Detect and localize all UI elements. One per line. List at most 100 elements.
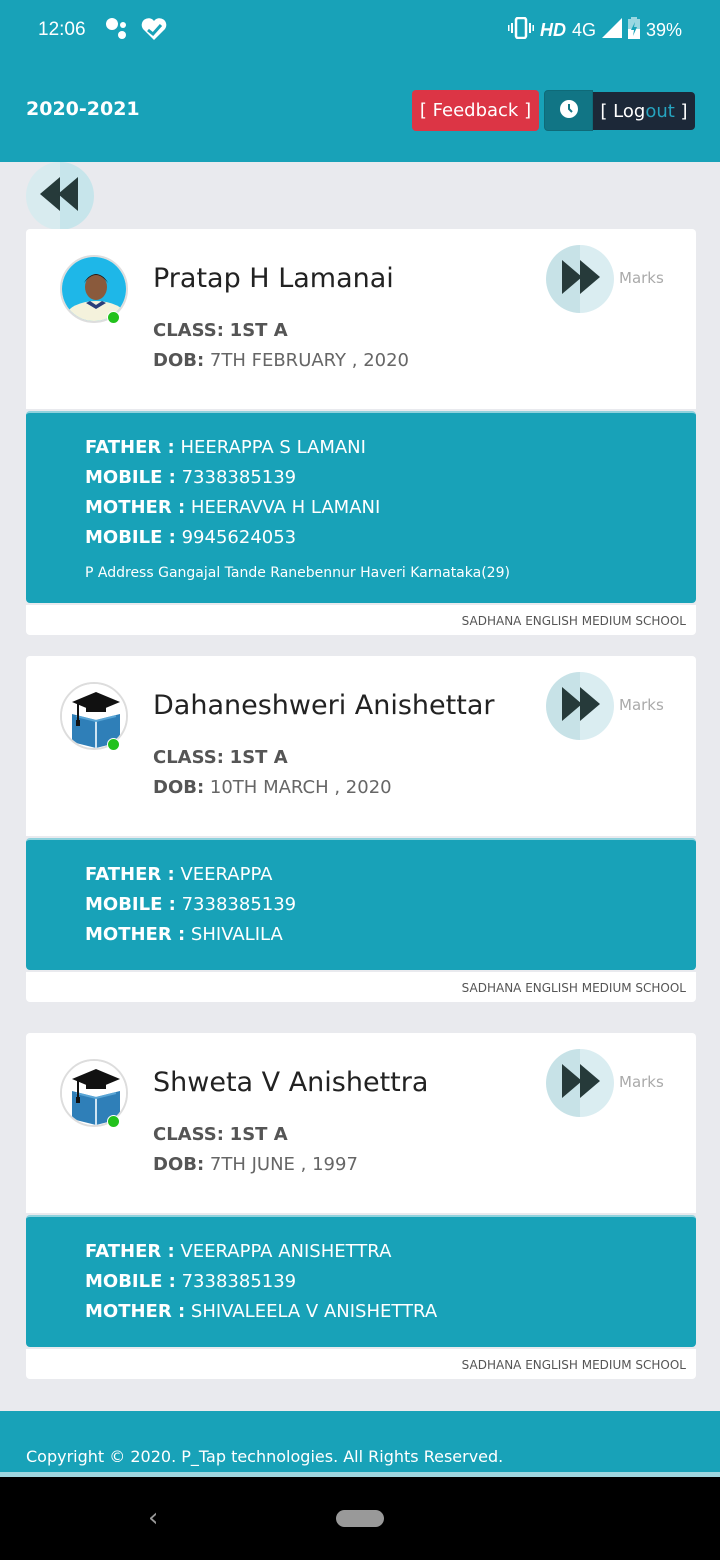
dob-line: DOB: 7TH FEBRUARY , 2020 <box>153 350 409 371</box>
marks-label[interactable]: Marks <box>619 696 664 714</box>
father-mobile[interactable]: 7338385139 <box>182 1271 297 1292</box>
class-label: CLASS: <box>153 320 224 341</box>
nav-back-button[interactable]: ‹ <box>148 1503 158 1533</box>
dob-label: DOB: <box>153 777 205 798</box>
network-type: 4G <box>571 20 596 40</box>
mother-row: MOTHER : SHIVALEELA V ANISHETTRA <box>85 1297 696 1327</box>
vibrate-icon <box>507 16 534 44</box>
student-name: Shweta V Anishettra <box>153 1067 429 1098</box>
school-name: SADHANA ENGLISH MEDIUM SCHOOL <box>26 605 696 635</box>
status-time: 12:06 <box>38 19 86 40</box>
dob-value: 10TH MARCH , 2020 <box>209 777 392 798</box>
system-nav-bar: ‹ <box>0 1477 720 1560</box>
father-name: HEERAPPA S LAMANI <box>180 437 366 458</box>
history-button[interactable] <box>544 90 593 131</box>
class-line: CLASS: 1ST A <box>153 747 288 768</box>
mother-label: MOTHER : <box>85 924 186 945</box>
father-mobile[interactable]: 7338385139 <box>182 467 297 488</box>
logout-label-prefix: [ Log <box>600 100 646 122</box>
student-summary: Dahaneshweri Anishettar CLASS: 1ST A DOB: … <box>26 656 696 836</box>
feedback-button[interactable]: [ Feedback ] <box>412 90 539 131</box>
battery-percent: 39% <box>645 20 682 40</box>
assistant-icon <box>104 16 130 46</box>
marks-label[interactable]: Marks <box>619 269 664 287</box>
mobile-label: MOBILE : <box>85 467 176 488</box>
dob-label: DOB: <box>153 350 205 371</box>
academic-year: 2020-2021 <box>26 98 140 120</box>
father-label: FATHER : <box>85 1241 175 1262</box>
mobile-label: MOBILE : <box>85 527 176 548</box>
father-mobile-row: MOBILE : 7338385139 <box>85 463 696 493</box>
parent-details: FATHER : VEERAPPA ANISHETTRA MOBILE : 733… <box>26 1215 696 1347</box>
marks-button[interactable] <box>546 245 614 313</box>
marks-button[interactable] <box>546 1049 614 1117</box>
class-value: 1ST A <box>229 747 288 768</box>
class-label: CLASS: <box>153 747 224 768</box>
father-name: VEERAPPA <box>180 864 273 885</box>
logout-label-suffix: out <box>645 100 675 122</box>
app-header: 2020-2021 [ Feedback ] [ Log out ] <box>0 62 720 162</box>
father-mobile[interactable]: 7338385139 <box>182 894 297 915</box>
parent-details: FATHER : VEERAPPA MOBILE : 7338385139 MOTH… <box>26 838 696 970</box>
fast-forward-icon <box>560 687 600 725</box>
mother-label: MOTHER : <box>85 497 186 518</box>
logout-label-end: ] <box>674 100 688 122</box>
father-mobile-row: MOBILE : 7338385139 <box>85 1267 696 1297</box>
mother-row: MOTHER : HEERAVVA H LAMANI <box>85 493 696 523</box>
student-name: Dahaneshweri Anishettar <box>153 690 495 721</box>
marks-button[interactable] <box>546 672 614 740</box>
father-label: FATHER : <box>85 437 175 458</box>
mobile-label: MOBILE : <box>85 1271 176 1292</box>
fast-forward-icon <box>560 260 600 298</box>
marks-label[interactable]: Marks <box>619 1073 664 1091</box>
father-name: VEERAPPA ANISHETTRA <box>180 1241 392 1262</box>
hd-indicator: HD <box>539 20 566 40</box>
father-label: FATHER : <box>85 864 175 885</box>
mother-name: HEERAVVA H LAMANI <box>190 497 381 518</box>
dob-line: DOB: 10TH MARCH , 2020 <box>153 777 392 798</box>
health-heart-icon <box>140 16 168 46</box>
mother-mobile[interactable]: 9945624053 <box>182 527 297 548</box>
online-status-dot <box>107 1115 120 1128</box>
student-summary: Pratap H Lamanai CLASS: 1ST A DOB: 7TH FEB… <box>26 229 696 409</box>
signal-icon <box>601 18 622 43</box>
online-status-dot <box>107 311 120 324</box>
logout-button[interactable]: [ Log out ] <box>593 92 695 130</box>
student-name: Pratap H Lamanai <box>153 263 394 294</box>
nav-home-button[interactable] <box>336 1510 384 1527</box>
father-row: FATHER : VEERAPPA <box>85 860 696 890</box>
dob-value: 7TH FEBRUARY , 2020 <box>209 350 410 371</box>
parent-details: FATHER : HEERAPPA S LAMANI MOBILE : 73383… <box>26 411 696 603</box>
father-row: FATHER : HEERAPPA S LAMANI <box>85 433 696 463</box>
address: P Address Gangajal Tande Ranebennur Have… <box>85 565 510 581</box>
rewind-icon <box>40 177 80 215</box>
fast-forward-icon <box>560 1064 600 1102</box>
school-name: SADHANA ENGLISH MEDIUM SCHOOL <box>26 1349 696 1379</box>
father-mobile-row: MOBILE : 7338385139 <box>85 890 696 920</box>
student-card: Pratap H Lamanai CLASS: 1ST A DOB: 7TH FEB… <box>26 229 696 635</box>
class-label: CLASS: <box>153 1124 224 1145</box>
student-card: Shweta V Anishettra CLASS: 1ST A DOB: 7TH … <box>26 1033 696 1379</box>
copyright-text: Copyright © 2020. P_Tap technologies. Al… <box>26 1447 504 1466</box>
class-value: 1ST A <box>229 1124 288 1145</box>
status-bar: 12:06 HD 4G 39% <box>0 0 720 62</box>
mother-mobile-row: MOBILE : 9945624053 <box>85 523 696 553</box>
father-row: FATHER : VEERAPPA ANISHETTRA <box>85 1237 696 1267</box>
class-line: CLASS: 1ST A <box>153 1124 288 1145</box>
mother-name: SHIVALILA <box>190 924 283 945</box>
class-value: 1ST A <box>229 320 288 341</box>
battery-icon <box>627 17 640 44</box>
footer: Copyright © 2020. P_Tap technologies. Al… <box>0 1411 720 1477</box>
mother-row: MOTHER : SHIVALILA <box>85 920 696 950</box>
school-name: SADHANA ENGLISH MEDIUM SCHOOL <box>26 972 696 1002</box>
mother-label: MOTHER : <box>85 1301 186 1322</box>
student-card: Dahaneshweri Anishettar CLASS: 1ST A DOB: … <box>26 656 696 1002</box>
mobile-label: MOBILE : <box>85 894 176 915</box>
dob-label: DOB: <box>153 1154 205 1175</box>
back-button[interactable] <box>26 162 94 230</box>
class-line: CLASS: 1ST A <box>153 320 288 341</box>
dob-value: 7TH JUNE , 1997 <box>209 1154 358 1175</box>
mother-name: SHIVALEELA V ANISHETTRA <box>190 1301 438 1322</box>
student-summary: Shweta V Anishettra CLASS: 1ST A DOB: 7TH … <box>26 1033 696 1213</box>
clock-icon <box>559 99 579 123</box>
